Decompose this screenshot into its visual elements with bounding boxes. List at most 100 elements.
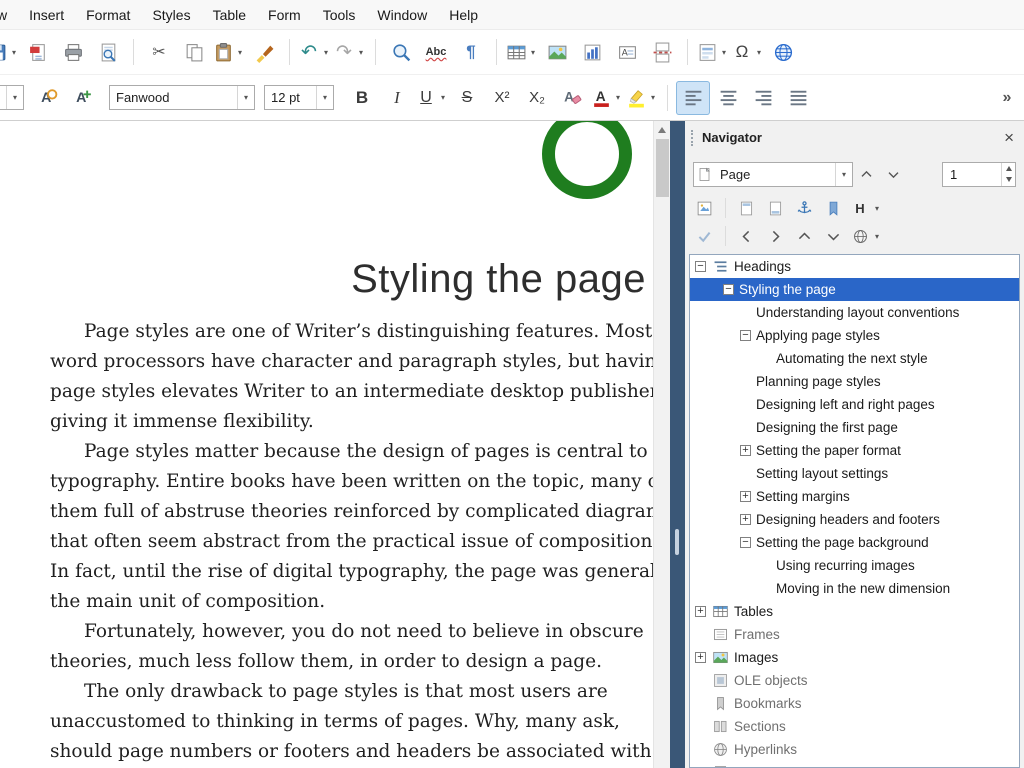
formatting-marks-button[interactable]: ¶	[454, 35, 488, 69]
collapse-icon[interactable]: −	[695, 261, 706, 272]
dropdown-arrow-icon[interactable]	[234, 35, 246, 69]
highlight-color-button[interactable]	[625, 81, 659, 115]
sidebar-splitter[interactable]	[670, 121, 685, 768]
dropdown-arrow-icon[interactable]	[718, 35, 730, 69]
tree-item[interactable]: Planning page styles	[690, 370, 1019, 393]
expand-icon[interactable]: +	[695, 652, 706, 663]
paragraph-style-combo[interactable]	[0, 85, 24, 110]
header-button[interactable]	[733, 196, 760, 221]
clone-formatting-button[interactable]	[247, 35, 281, 69]
print-button[interactable]	[56, 35, 90, 69]
tree-item[interactable]: +Tables	[690, 600, 1019, 623]
page-number-spinner[interactable]: 1	[942, 162, 1016, 187]
redo-button[interactable]: ↷	[333, 35, 367, 69]
promote-chapter-button[interactable]	[791, 224, 818, 249]
tree-item[interactable]: Automating the next style	[690, 347, 1019, 370]
insert-chart-button[interactable]	[575, 35, 609, 69]
toolbar-overflow-button[interactable]: »	[990, 81, 1024, 115]
spin-up-icon[interactable]	[1002, 163, 1015, 175]
expand-icon[interactable]: +	[740, 514, 751, 525]
menu-table[interactable]: Table	[202, 2, 257, 28]
font-name-combo[interactable]: Fanwood	[109, 85, 255, 110]
paste-button[interactable]	[212, 35, 246, 69]
strikethrough-button[interactable]: S	[450, 81, 484, 115]
menu-help[interactable]: Help	[438, 2, 489, 28]
vertical-scrollbar[interactable]	[653, 121, 670, 768]
scroll-up-icon[interactable]	[654, 121, 670, 138]
tree-item[interactable]: OLE objects	[690, 669, 1019, 692]
save-button[interactable]	[0, 35, 20, 69]
menu-form[interactable]: Form	[257, 2, 312, 28]
menu-format[interactable]: Format	[75, 2, 141, 28]
expand-icon[interactable]: +	[740, 445, 751, 456]
insert-textbox-button[interactable]: A	[610, 35, 644, 69]
drag-mode-button[interactable]	[849, 224, 883, 249]
scrollbar-thumb[interactable]	[656, 139, 669, 197]
bold-button[interactable]: B	[345, 81, 379, 115]
font-color-button[interactable]: A	[590, 81, 624, 115]
drag-grip-icon[interactable]	[691, 130, 694, 146]
heading-levels-button[interactable]: H	[849, 196, 883, 221]
dropdown-arrow-icon[interactable]	[316, 86, 333, 109]
dropdown-arrow-icon[interactable]	[355, 35, 367, 69]
tree-item[interactable]: Setting layout settings	[690, 462, 1019, 485]
collapse-icon[interactable]: −	[740, 330, 751, 341]
clear-formatting-button[interactable]: A	[555, 81, 589, 115]
expand-icon[interactable]: +	[695, 606, 706, 617]
font-size-combo[interactable]: 12 pt	[264, 85, 334, 110]
next-page-button[interactable]	[880, 161, 907, 187]
tree-item[interactable]: References	[690, 761, 1019, 768]
dropdown-arrow-icon[interactable]	[647, 81, 659, 115]
special-character-button[interactable]: Ω	[731, 35, 765, 69]
insert-pagebreak-button[interactable]	[645, 35, 679, 69]
menu-styles[interactable]: Styles	[141, 2, 201, 28]
dropdown-arrow-icon[interactable]	[753, 35, 765, 69]
tree-item[interactable]: Moving in the new dimension	[690, 577, 1019, 600]
tree-item[interactable]: Designing the first page	[690, 416, 1019, 439]
list-box-toggle-button[interactable]	[691, 224, 718, 249]
tree-item[interactable]: −Styling the page	[690, 278, 1019, 301]
collapse-icon[interactable]: −	[723, 284, 734, 295]
align-center-button[interactable]	[711, 81, 745, 115]
tree-item[interactable]: Frames	[690, 623, 1019, 646]
superscript-button[interactable]: X²	[485, 81, 519, 115]
tree-item[interactable]: Understanding layout conventions	[690, 301, 1019, 324]
tree-item[interactable]: Using recurring images	[690, 554, 1019, 577]
collapse-icon[interactable]: −	[740, 537, 751, 548]
tree-item[interactable]: Hyperlinks	[690, 738, 1019, 761]
italic-button[interactable]: I	[380, 81, 414, 115]
dropdown-arrow-icon[interactable]	[527, 35, 539, 69]
expand-icon[interactable]: +	[740, 491, 751, 502]
navigate-by-combo[interactable]: Page	[693, 162, 853, 187]
tree-item[interactable]: +Setting the paper format	[690, 439, 1019, 462]
set-reminder-button[interactable]	[820, 196, 847, 221]
hyperlink-button[interactable]	[766, 35, 800, 69]
copy-button[interactable]	[177, 35, 211, 69]
menu-insert[interactable]: Insert	[18, 2, 75, 28]
insert-table-button[interactable]	[505, 35, 539, 69]
align-left-button[interactable]	[676, 81, 710, 115]
tree-item[interactable]: +Designing headers and footers	[690, 508, 1019, 531]
dropdown-arrow-icon[interactable]	[437, 81, 449, 115]
align-justify-button[interactable]	[781, 81, 815, 115]
document-canvas[interactable]: Styling the page Page styles are one of …	[0, 121, 670, 768]
spin-down-icon[interactable]	[1002, 174, 1015, 186]
menu-window[interactable]: Window	[366, 2, 438, 28]
tree-item[interactable]: Bookmarks	[690, 692, 1019, 715]
tree-item[interactable]: +Images	[690, 646, 1019, 669]
tree-item[interactable]: −Setting the page background	[690, 531, 1019, 554]
underline-button[interactable]: U	[415, 81, 449, 115]
dropdown-arrow-icon[interactable]	[6, 86, 23, 109]
tree-item[interactable]: +Setting margins	[690, 485, 1019, 508]
insert-field-button[interactable]	[696, 35, 730, 69]
print-preview-button[interactable]	[91, 35, 125, 69]
tree-item[interactable]: −Headings	[690, 255, 1019, 278]
menu-tools[interactable]: Tools	[312, 2, 367, 28]
dropdown-arrow-icon[interactable]	[320, 35, 332, 69]
tree-item[interactable]: Designing left and right pages	[690, 393, 1019, 416]
menu-view[interactable]: View	[0, 2, 18, 28]
find-replace-button[interactable]	[384, 35, 418, 69]
tree-item[interactable]: −Applying page styles	[690, 324, 1019, 347]
anchor-text-button[interactable]	[791, 196, 818, 221]
footer-button[interactable]	[762, 196, 789, 221]
